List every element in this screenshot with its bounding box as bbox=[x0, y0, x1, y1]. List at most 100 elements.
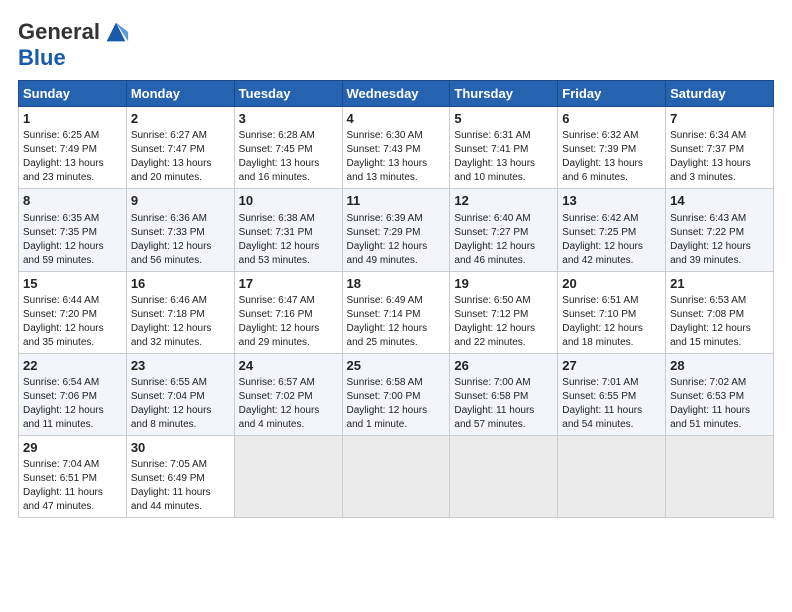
day-number: 17 bbox=[239, 275, 338, 293]
day-info-line: Daylight: 12 hours bbox=[23, 322, 122, 336]
day-info-line: and 10 minutes. bbox=[454, 171, 553, 185]
calendar-cell: 5Sunrise: 6:31 AMSunset: 7:41 PMDaylight… bbox=[450, 107, 558, 189]
day-info-line: Sunset: 7:20 PM bbox=[23, 308, 122, 322]
day-info-line: Sunrise: 6:32 AM bbox=[562, 129, 661, 143]
day-info-line: and 56 minutes. bbox=[131, 254, 230, 268]
day-info-line: Sunset: 7:22 PM bbox=[670, 226, 769, 240]
day-info-line: Sunset: 6:58 PM bbox=[454, 390, 553, 404]
day-info-line: and 6 minutes. bbox=[562, 171, 661, 185]
calendar-header-wednesday: Wednesday bbox=[342, 81, 450, 107]
calendar-header-friday: Friday bbox=[558, 81, 666, 107]
day-info-line: Sunrise: 6:40 AM bbox=[454, 212, 553, 226]
day-info-line: Sunrise: 6:58 AM bbox=[347, 376, 446, 390]
calendar-cell: 12Sunrise: 6:40 AMSunset: 7:27 PMDayligh… bbox=[450, 189, 558, 271]
day-info-line: and 29 minutes. bbox=[239, 336, 338, 350]
day-number: 1 bbox=[23, 110, 122, 128]
calendar-cell: 11Sunrise: 6:39 AMSunset: 7:29 PMDayligh… bbox=[342, 189, 450, 271]
day-info-line: Sunset: 7:27 PM bbox=[454, 226, 553, 240]
calendar-table: SundayMondayTuesdayWednesdayThursdayFrid… bbox=[18, 80, 774, 518]
day-info-line: Sunrise: 6:44 AM bbox=[23, 294, 122, 308]
day-number: 11 bbox=[347, 192, 446, 210]
calendar-header-tuesday: Tuesday bbox=[234, 81, 342, 107]
calendar-cell: 22Sunrise: 6:54 AMSunset: 7:06 PMDayligh… bbox=[19, 353, 127, 435]
day-number: 7 bbox=[670, 110, 769, 128]
day-info-line: Sunrise: 7:04 AM bbox=[23, 458, 122, 472]
day-info-line: Sunrise: 6:57 AM bbox=[239, 376, 338, 390]
day-info-line: Daylight: 11 hours bbox=[131, 486, 230, 500]
calendar-cell: 29Sunrise: 7:04 AMSunset: 6:51 PMDayligh… bbox=[19, 435, 127, 517]
day-info-line: and 35 minutes. bbox=[23, 336, 122, 350]
day-info-line: Daylight: 12 hours bbox=[454, 322, 553, 336]
day-number: 8 bbox=[23, 192, 122, 210]
day-info-line: Sunset: 7:18 PM bbox=[131, 308, 230, 322]
day-number: 23 bbox=[131, 357, 230, 375]
day-info-line: and 22 minutes. bbox=[454, 336, 553, 350]
day-info-line: and 25 minutes. bbox=[347, 336, 446, 350]
day-info-line: Sunset: 7:16 PM bbox=[239, 308, 338, 322]
day-info-line: Sunrise: 6:35 AM bbox=[23, 212, 122, 226]
calendar-header-row: SundayMondayTuesdayWednesdayThursdayFrid… bbox=[19, 81, 774, 107]
day-info-line: Daylight: 12 hours bbox=[23, 240, 122, 254]
day-number: 14 bbox=[670, 192, 769, 210]
day-info-line: Sunset: 7:35 PM bbox=[23, 226, 122, 240]
day-info-line: Daylight: 12 hours bbox=[239, 240, 338, 254]
day-info-line: and 23 minutes. bbox=[23, 171, 122, 185]
day-info-line: and 16 minutes. bbox=[239, 171, 338, 185]
day-info-line: Daylight: 12 hours bbox=[23, 404, 122, 418]
day-info-line: Sunset: 7:37 PM bbox=[670, 143, 769, 157]
day-info-line: and 4 minutes. bbox=[239, 418, 338, 432]
day-number: 10 bbox=[239, 192, 338, 210]
day-number: 30 bbox=[131, 439, 230, 457]
day-info-line: Sunrise: 6:43 AM bbox=[670, 212, 769, 226]
day-info-line: Sunset: 7:33 PM bbox=[131, 226, 230, 240]
day-info-line: Sunset: 7:10 PM bbox=[562, 308, 661, 322]
day-info-line: Sunrise: 6:25 AM bbox=[23, 129, 122, 143]
day-info-line: Daylight: 11 hours bbox=[562, 404, 661, 418]
day-number: 6 bbox=[562, 110, 661, 128]
calendar-cell: 23Sunrise: 6:55 AMSunset: 7:04 PMDayligh… bbox=[126, 353, 234, 435]
day-info-line: Sunset: 7:41 PM bbox=[454, 143, 553, 157]
day-info-line: Daylight: 12 hours bbox=[347, 404, 446, 418]
calendar-cell: 3Sunrise: 6:28 AMSunset: 7:45 PMDaylight… bbox=[234, 107, 342, 189]
calendar-header-sunday: Sunday bbox=[19, 81, 127, 107]
day-info-line: and 3 minutes. bbox=[670, 171, 769, 185]
day-number: 13 bbox=[562, 192, 661, 210]
day-number: 21 bbox=[670, 275, 769, 293]
day-info-line: and 39 minutes. bbox=[670, 254, 769, 268]
day-info-line: and 1 minute. bbox=[347, 418, 446, 432]
day-number: 16 bbox=[131, 275, 230, 293]
day-info-line: Sunset: 7:02 PM bbox=[239, 390, 338, 404]
day-info-line: Daylight: 12 hours bbox=[670, 240, 769, 254]
day-info-line: Daylight: 13 hours bbox=[670, 157, 769, 171]
calendar-cell: 26Sunrise: 7:00 AMSunset: 6:58 PMDayligh… bbox=[450, 353, 558, 435]
calendar-cell: 17Sunrise: 6:47 AMSunset: 7:16 PMDayligh… bbox=[234, 271, 342, 353]
calendar-cell: 14 Sunrise: 6:43 AMSunset: 7:22 PMDayligh… bbox=[666, 189, 774, 271]
day-info-line: Sunset: 7:45 PM bbox=[239, 143, 338, 157]
day-number: 28 bbox=[670, 357, 769, 375]
day-info-line: and 46 minutes. bbox=[454, 254, 553, 268]
day-info-line: and 20 minutes. bbox=[131, 171, 230, 185]
day-info-line: and 18 minutes. bbox=[562, 336, 661, 350]
day-info-line: Daylight: 11 hours bbox=[23, 486, 122, 500]
calendar-week-row: 22Sunrise: 6:54 AMSunset: 7:06 PMDayligh… bbox=[19, 353, 774, 435]
calendar-cell: 8 Sunrise: 6:35 AMSunset: 7:35 PMDaylight… bbox=[19, 189, 127, 271]
day-info-line: Sunset: 7:25 PM bbox=[562, 226, 661, 240]
day-number: 29 bbox=[23, 439, 122, 457]
day-info-line: Daylight: 12 hours bbox=[347, 240, 446, 254]
day-number: 5 bbox=[454, 110, 553, 128]
day-info-line: and 53 minutes. bbox=[239, 254, 338, 268]
day-info-line: Sunrise: 6:49 AM bbox=[347, 294, 446, 308]
day-info-line: Sunrise: 6:34 AM bbox=[670, 129, 769, 143]
day-number: 2 bbox=[131, 110, 230, 128]
day-number: 19 bbox=[454, 275, 553, 293]
calendar-cell: 24Sunrise: 6:57 AMSunset: 7:02 PMDayligh… bbox=[234, 353, 342, 435]
day-info-line: Sunset: 6:51 PM bbox=[23, 472, 122, 486]
day-info-line: Daylight: 11 hours bbox=[454, 404, 553, 418]
day-info-line: Sunset: 6:53 PM bbox=[670, 390, 769, 404]
page-container: General Blue SundayMondayTuesdayWednesda… bbox=[0, 0, 792, 528]
calendar-cell: 19Sunrise: 6:50 AMSunset: 7:12 PMDayligh… bbox=[450, 271, 558, 353]
calendar-cell: 1Sunrise: 6:25 AMSunset: 7:49 PMDaylight… bbox=[19, 107, 127, 189]
day-info-line: Daylight: 12 hours bbox=[670, 322, 769, 336]
day-info-line: Sunrise: 6:46 AM bbox=[131, 294, 230, 308]
day-info-line: Daylight: 12 hours bbox=[562, 322, 661, 336]
